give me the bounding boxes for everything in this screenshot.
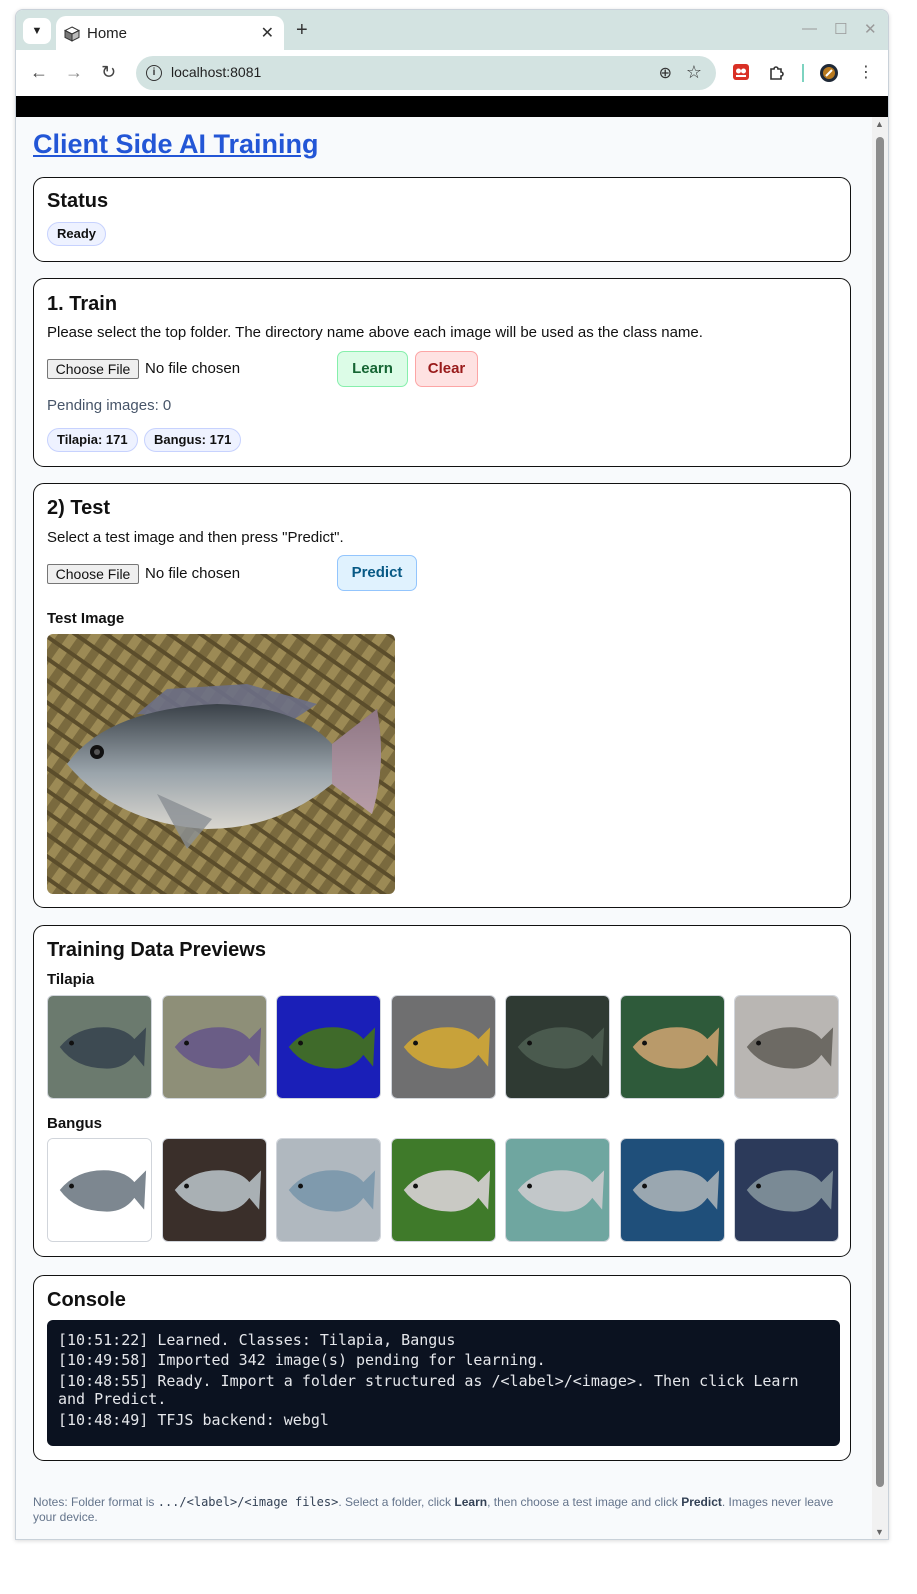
- preview-class-label-bangus: Bangus: [47, 1115, 103, 1132]
- menu-icon[interactable]: ⋮: [858, 62, 874, 82]
- bangus-preview-thumbnail: [734, 1138, 839, 1242]
- info-icon[interactable]: i: [146, 65, 162, 81]
- class-count-badge-tilapia: Tilapia: 171: [47, 428, 138, 452]
- tab-strip: ▼ Home ✕ + — ☐ ✕: [16, 10, 888, 50]
- console-line: [10:51:22] Learned. Classes: Tilapia, Ba…: [58, 1331, 456, 1349]
- test-file-status: No file chosen: [145, 565, 241, 582]
- console-line: [10:49:58] Imported 342 image(s) pending…: [58, 1351, 546, 1369]
- test-image: [47, 634, 395, 894]
- url-text[interactable]: localhost:8081: [171, 64, 261, 80]
- star-icon[interactable]: ☆: [686, 62, 702, 83]
- train-choose-file-button[interactable]: Choose File: [47, 359, 139, 379]
- back-icon[interactable]: ←: [30, 62, 48, 83]
- test-image-label: Test Image: [47, 610, 125, 627]
- test-card: 2) Test Select a test image and then pre…: [33, 483, 851, 908]
- notes-prefix: Notes: Folder format is: [33, 1495, 158, 1509]
- class-count-badge-bangus: Bangus: 171: [144, 428, 242, 452]
- maximize-icon[interactable]: ☐: [834, 20, 847, 38]
- window-close-icon[interactable]: ✕: [864, 20, 877, 38]
- test-heading: 2) Test: [47, 497, 110, 519]
- console-line: [10:48:49] TFJS backend: webgl: [58, 1411, 329, 1429]
- console-card: Console [10:51:22] Learned. Classes: Til…: [33, 1275, 851, 1461]
- zoom-icon[interactable]: ⊕: [659, 63, 672, 83]
- previews-card: Training Data Previews Tilapia Bangus: [33, 925, 851, 1257]
- preview-class-label-tilapia: Tilapia: [47, 971, 95, 988]
- train-heading: 1. Train: [47, 293, 118, 315]
- page-title[interactable]: Client Side AI Training: [33, 129, 319, 160]
- previews-heading: Training Data Previews: [47, 939, 266, 961]
- train-card: 1. Train Please select the top folder. T…: [33, 278, 851, 467]
- extension-badge-icon[interactable]: [732, 63, 750, 81]
- scroll-up-icon[interactable]: ▲: [875, 119, 884, 129]
- extension-puzzle-icon[interactable]: [768, 63, 786, 81]
- notes-middle-2: , then choose a test image and click: [487, 1495, 682, 1509]
- browser-window: ▼ Home ✕ + — ☐ ✕ ← → ↻ i localhost:8081 …: [15, 9, 889, 1540]
- notes-middle-1: . Select a folder, click: [338, 1495, 455, 1509]
- footer-notes: Notes: Folder format is .../<label>/<ima…: [33, 1495, 843, 1525]
- profile-avatar-icon[interactable]: [819, 63, 839, 83]
- console-log: [10:51:22] Learned. Classes: Tilapia, Ba…: [47, 1320, 840, 1446]
- toolbar-divider: [802, 64, 804, 82]
- tab-close-icon[interactable]: ✕: [261, 23, 274, 43]
- minimize-icon[interactable]: —: [802, 20, 817, 37]
- notes-predict: Predict: [681, 1495, 722, 1509]
- reload-icon[interactable]: ↻: [101, 62, 116, 83]
- tilapia-preview-thumbnail: [619, 995, 725, 1099]
- scroll-down-icon[interactable]: ▼: [875, 1527, 884, 1537]
- tilapia-preview-thumbnail: [734, 995, 839, 1099]
- tilapia-preview-thumbnail: [390, 995, 496, 1099]
- bangus-preview-thumbnail: [390, 1138, 496, 1242]
- console-line: [10:48:55] Ready. Import a folder struct…: [58, 1372, 808, 1408]
- tilapia-preview-thumbnail: [505, 995, 610, 1099]
- forward-icon[interactable]: →: [65, 62, 83, 83]
- cube-favicon-icon: [64, 26, 80, 42]
- tab-search-chevron-down-icon[interactable]: ▼: [23, 18, 51, 44]
- bangus-preview-thumbnail: [161, 1138, 267, 1242]
- learn-button[interactable]: Learn: [337, 351, 408, 387]
- test-choose-file-button[interactable]: Choose File: [47, 564, 139, 584]
- scrollbar-thumb[interactable]: [876, 137, 884, 1487]
- status-heading: Status: [47, 190, 109, 212]
- console-heading: Console: [47, 1289, 126, 1311]
- tab-home[interactable]: Home ✕: [56, 16, 284, 50]
- clear-button[interactable]: Clear: [415, 351, 478, 387]
- train-description: Please select the top folder. The direct…: [47, 324, 703, 341]
- bangus-preview-thumbnail: [276, 1138, 381, 1242]
- bangus-preview-thumbnail: [47, 1138, 152, 1242]
- page-top-bar: [16, 96, 888, 117]
- tilapia-preview-thumbnail: [161, 995, 267, 1099]
- notes-folder-format: .../<label>/<image files>: [157, 1495, 339, 1509]
- address-bar[interactable]: i localhost:8081 ⊕ ☆: [136, 56, 716, 90]
- status-card: Status Ready: [33, 177, 851, 262]
- pending-images-text: Pending images: 0: [47, 397, 172, 414]
- page-scrollbar[interactable]: ▲ ▼: [872, 117, 888, 1539]
- bangus-preview-thumbnail: [505, 1138, 610, 1242]
- bangus-preview-thumbnail: [619, 1138, 725, 1242]
- notes-learn: Learn: [454, 1495, 488, 1509]
- predict-button[interactable]: Predict: [337, 555, 417, 591]
- tilapia-preview-thumbnail: [47, 995, 152, 1099]
- page-content: Client Side AI Training Status Ready 1. …: [16, 117, 872, 1539]
- tab-title: Home: [87, 25, 128, 42]
- test-description: Select a test image and then press "Pred…: [47, 529, 344, 546]
- train-file-status: No file chosen: [145, 360, 241, 377]
- browser-toolbar: ← → ↻ i localhost:8081 ⊕ ☆ ⋮: [16, 50, 888, 96]
- tilapia-preview-thumbnail: [276, 995, 381, 1099]
- status-badge: Ready: [47, 222, 107, 246]
- new-tab-plus-icon[interactable]: +: [296, 19, 308, 42]
